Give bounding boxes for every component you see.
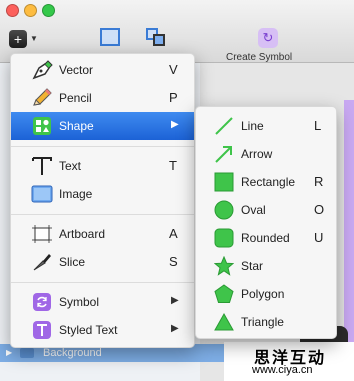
shape-icon — [31, 116, 53, 136]
menu-item-arrow[interactable]: Arrow — [196, 140, 336, 168]
menu-item-artboard[interactable]: Artboard A — [11, 220, 194, 248]
chevron-down-icon[interactable]: ▼ — [30, 34, 38, 43]
shape-submenu: Line L Arrow Rectangle R Oval O Rounded … — [195, 106, 337, 339]
vector-pen-icon — [31, 60, 53, 80]
arrow-icon — [214, 144, 234, 164]
folder-icon — [20, 348, 34, 358]
group-toolbar-icon[interactable] — [146, 28, 166, 46]
menu-item-label: Triangle — [241, 315, 284, 329]
pencil-icon — [31, 88, 53, 108]
shortcut-key: T — [169, 158, 177, 173]
close-window-button[interactable] — [6, 4, 19, 17]
menu-item-oval[interactable]: Oval O — [196, 196, 336, 224]
triangle-icon — [214, 312, 234, 332]
submenu-arrow-icon: ▶ — [171, 323, 179, 334]
menu-divider — [11, 146, 194, 147]
menu-item-rectangle[interactable]: Rectangle R — [196, 168, 336, 196]
shortcut-key: P — [169, 90, 178, 105]
artboard-icon — [31, 224, 53, 244]
menu-item-image[interactable]: Image — [11, 180, 194, 208]
zoom-window-button[interactable] — [42, 4, 55, 17]
insert-menu: Vector V Pencil P Shape ▶ Text T Image A… — [10, 53, 195, 348]
menu-item-label: Oval — [241, 203, 266, 217]
submenu-arrow-icon: ▶ — [171, 295, 179, 306]
menu-item-label: Rectangle — [241, 175, 296, 189]
menu-item-label: Vector — [59, 63, 94, 77]
menu-item-styled-text[interactable]: Styled Text ▶ — [11, 316, 194, 344]
shortcut-key: O — [314, 202, 325, 217]
line-icon — [214, 116, 234, 136]
menu-item-star[interactable]: Star — [196, 252, 336, 280]
watermark: 思洋互动 www.ciya.cn — [224, 342, 354, 381]
menu-divider — [11, 282, 194, 283]
menu-item-triangle[interactable]: Triangle — [196, 308, 336, 336]
menu-item-shape[interactable]: Shape ▶ — [11, 112, 194, 140]
menu-item-label: Shape — [59, 119, 94, 133]
shortcut-key: R — [314, 174, 324, 189]
oval-icon — [214, 200, 234, 220]
menu-item-label: Line — [241, 119, 264, 133]
shortcut-key: L — [314, 118, 322, 133]
menu-item-label: Artboard — [59, 227, 106, 241]
text-icon — [31, 156, 53, 176]
submenu-arrow-icon: ▶ — [171, 119, 179, 130]
star-icon — [213, 255, 235, 276]
shortcut-key: S — [169, 254, 178, 269]
slice-icon — [31, 252, 53, 272]
shortcut-key: U — [314, 230, 324, 245]
menu-item-label: Image — [59, 187, 93, 201]
watermark-url: www.ciya.cn — [252, 364, 313, 376]
menu-item-label: Symbol — [59, 295, 100, 309]
menu-item-label: Styled Text — [59, 323, 118, 337]
rectangle-icon — [214, 172, 234, 192]
create-symbol-label[interactable]: Create Symbol — [226, 52, 292, 63]
menu-item-symbol[interactable]: Symbol ▶ — [11, 288, 194, 316]
menu-item-label: Pencil — [59, 91, 92, 105]
menu-item-rounded[interactable]: Rounded U — [196, 224, 336, 252]
symbol-icon — [31, 292, 53, 312]
artboard-toolbar-icon[interactable] — [100, 28, 120, 46]
menu-item-text[interactable]: Text T — [11, 152, 194, 180]
menu-item-label: Arrow — [241, 147, 273, 161]
insert-button[interactable]: + — [9, 30, 27, 48]
menu-item-label: Rounded — [241, 231, 290, 245]
create-symbol-icon[interactable]: ↻ — [258, 28, 278, 48]
menu-item-label: Slice — [59, 255, 86, 269]
styled-text-icon — [31, 320, 53, 340]
menu-divider — [11, 214, 194, 215]
rounded-rectangle-icon — [214, 228, 234, 248]
shortcut-key: V — [169, 62, 178, 77]
menu-item-label: Polygon — [241, 287, 285, 301]
menu-item-polygon[interactable]: Polygon — [196, 280, 336, 308]
menu-item-pencil[interactable]: Pencil P — [11, 84, 194, 112]
menu-item-slice[interactable]: Slice S — [11, 248, 194, 276]
menu-item-label: Text — [59, 159, 82, 173]
menu-item-label: Star — [241, 259, 264, 273]
menu-item-vector[interactable]: Vector V — [11, 56, 194, 84]
image-icon — [31, 184, 53, 204]
minimize-window-button[interactable] — [24, 4, 37, 17]
shortcut-key: A — [169, 226, 178, 241]
menu-item-line[interactable]: Line L — [196, 112, 336, 140]
polygon-icon — [214, 284, 234, 304]
